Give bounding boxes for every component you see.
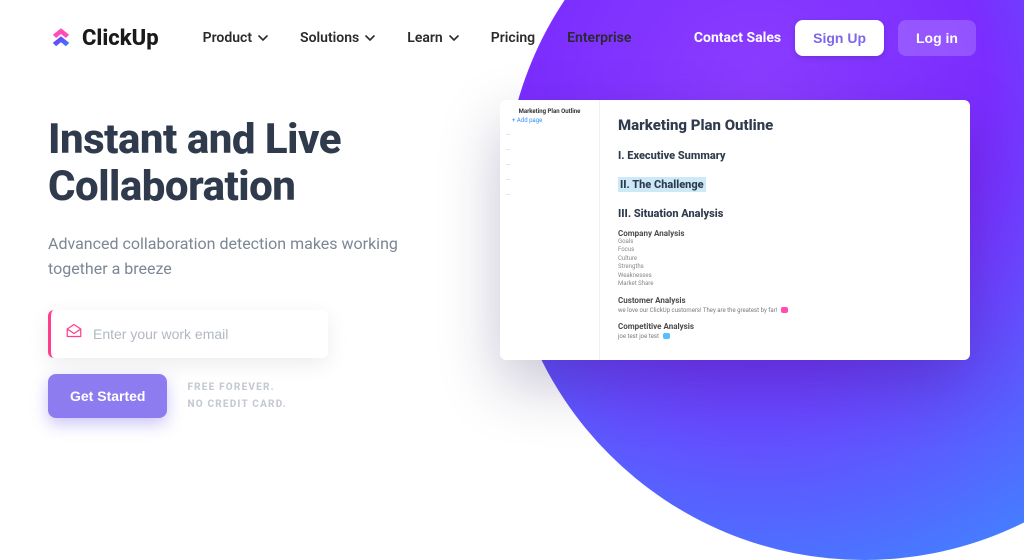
competitive-analysis-heading: Competitive Analysis	[618, 322, 952, 331]
competitive-analysis-line: joe test joe test	[618, 333, 952, 340]
email-input[interactable]	[93, 326, 314, 342]
customer-analysis-heading: Customer Analysis	[618, 296, 952, 305]
nav-label: Learn	[407, 30, 442, 46]
cta-row: Get Started FREE FOREVER. NO CREDIT CARD…	[48, 374, 488, 418]
free-line2: NO CREDIT CARD.	[187, 399, 287, 410]
logo-text: ClickUp	[82, 26, 159, 51]
doc-title: Marketing Plan Outline	[618, 116, 952, 134]
nav-enterprise[interactable]: Enterprise	[567, 30, 631, 46]
sidebar-item: —	[506, 132, 593, 139]
chevron-down-icon	[365, 33, 375, 43]
doc-section-3: III. Situation Analysis	[618, 207, 723, 220]
nav-links: Product Solutions Learn Pricing Enterpri…	[203, 30, 632, 46]
hero-title-line1: Instant and Live	[48, 115, 341, 164]
text: we love our ClickUp customers! They are …	[618, 307, 777, 314]
sidebar-add-page[interactable]: + Add page	[512, 117, 593, 124]
hero-title: Instant and Live Collaboration	[48, 116, 488, 210]
nav-label: Pricing	[491, 30, 535, 46]
list-item: Weaknesses	[618, 272, 952, 280]
get-started-button[interactable]: Get Started	[48, 374, 167, 418]
nav-label: Solutions	[300, 30, 359, 46]
preview-content: Marketing Plan Outline I. Executive Summ…	[600, 100, 970, 360]
nav-pricing[interactable]: Pricing	[491, 30, 535, 46]
doc-section-1: I. Executive Summary	[618, 149, 726, 162]
list-item: Culture	[618, 255, 952, 263]
sidebar-title: Marketing Plan Outline	[506, 108, 593, 115]
nav-product[interactable]: Product	[203, 30, 268, 46]
chevron-down-icon	[258, 33, 268, 43]
free-line1: FREE FOREVER.	[187, 382, 274, 393]
list-item: Goals	[618, 238, 952, 246]
nav-label: Product	[203, 30, 252, 46]
logo[interactable]: ClickUp	[48, 25, 159, 51]
sidebar-item: —	[506, 162, 593, 169]
sidebar-item: —	[506, 177, 593, 184]
hero-subtitle: Advanced collaboration detection makes w…	[48, 232, 428, 282]
chevron-down-icon	[449, 33, 459, 43]
list-item: Strengths	[618, 263, 952, 271]
sidebar-item: —	[506, 147, 593, 154]
preview-sidebar: Marketing Plan Outline + Add page — — — …	[500, 100, 600, 360]
hero-left: Instant and Live Collaboration Advanced …	[48, 116, 488, 418]
nav-right: Contact Sales Sign Up Log in	[694, 20, 976, 56]
signup-button[interactable]: Sign Up	[795, 20, 884, 56]
user-badge-icon	[781, 307, 788, 313]
free-forever-text: FREE FOREVER. NO CREDIT CARD.	[187, 379, 287, 413]
doc-preview-card: Marketing Plan Outline + Add page — — — …	[500, 100, 970, 360]
contact-sales-link[interactable]: Contact Sales	[694, 30, 781, 46]
sidebar-item: —	[506, 192, 593, 199]
nav-label: Enterprise	[567, 30, 631, 46]
nav-solutions[interactable]: Solutions	[300, 30, 375, 46]
list-item: Focus	[618, 246, 952, 254]
mail-icon	[65, 323, 83, 345]
nav-learn[interactable]: Learn	[407, 30, 458, 46]
top-navbar: ClickUp Product Solutions Learn Pricing …	[0, 0, 1024, 76]
hero-title-line2: Collaboration	[48, 162, 295, 211]
doc-section-2-highlighted: II. The Challenge	[618, 177, 706, 192]
clickup-icon	[48, 25, 74, 51]
customer-analysis-line: we love our ClickUp customers! They are …	[618, 307, 952, 314]
text: joe test joe test	[618, 333, 659, 340]
user-badge-icon	[663, 333, 670, 339]
list-item: Market Share	[618, 280, 952, 288]
company-analysis-heading: Company Analysis	[618, 229, 952, 238]
login-button[interactable]: Log in	[898, 20, 976, 56]
email-input-container[interactable]	[48, 310, 328, 358]
